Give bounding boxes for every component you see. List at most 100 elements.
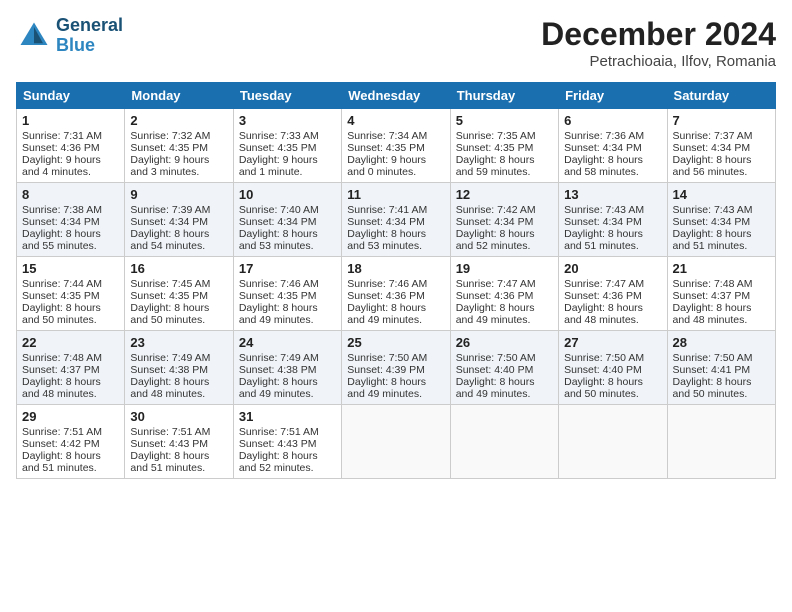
weekday-header-wednesday: Wednesday bbox=[342, 83, 450, 109]
sunrise-label: Sunrise: 7:50 AM bbox=[456, 352, 536, 364]
sunrise-label: Sunrise: 7:41 AM bbox=[347, 204, 427, 216]
weekday-header-saturday: Saturday bbox=[667, 83, 775, 109]
calendar-cell: 3 Sunrise: 7:33 AM Sunset: 4:35 PM Dayli… bbox=[233, 109, 341, 183]
sunset-label: Sunset: 4:36 PM bbox=[347, 290, 425, 302]
calendar-cell: 10 Sunrise: 7:40 AM Sunset: 4:34 PM Dayl… bbox=[233, 183, 341, 257]
day-number: 31 bbox=[239, 409, 336, 424]
calendar-cell: 14 Sunrise: 7:43 AM Sunset: 4:34 PM Dayl… bbox=[667, 183, 775, 257]
logo: General Blue bbox=[16, 16, 123, 56]
weekday-header-friday: Friday bbox=[559, 83, 667, 109]
daylight-label: Daylight: 8 hours and 49 minutes. bbox=[456, 376, 535, 400]
weekday-header-monday: Monday bbox=[125, 83, 233, 109]
day-number: 26 bbox=[456, 335, 553, 350]
sunset-label: Sunset: 4:34 PM bbox=[239, 216, 317, 228]
sunrise-label: Sunrise: 7:51 AM bbox=[130, 426, 210, 438]
day-number: 6 bbox=[564, 113, 661, 128]
sunset-label: Sunset: 4:42 PM bbox=[22, 438, 100, 450]
day-number: 5 bbox=[456, 113, 553, 128]
calendar-cell: 18 Sunrise: 7:46 AM Sunset: 4:36 PM Dayl… bbox=[342, 257, 450, 331]
sunrise-label: Sunrise: 7:47 AM bbox=[564, 278, 644, 290]
daylight-label: Daylight: 8 hours and 48 minutes. bbox=[564, 302, 643, 326]
sunrise-label: Sunrise: 7:48 AM bbox=[22, 352, 102, 364]
calendar-cell: 17 Sunrise: 7:46 AM Sunset: 4:35 PM Dayl… bbox=[233, 257, 341, 331]
day-number: 2 bbox=[130, 113, 227, 128]
daylight-label: Daylight: 8 hours and 49 minutes. bbox=[347, 376, 426, 400]
calendar-cell: 12 Sunrise: 7:42 AM Sunset: 4:34 PM Dayl… bbox=[450, 183, 558, 257]
daylight-label: Daylight: 9 hours and 1 minute. bbox=[239, 154, 318, 178]
sunset-label: Sunset: 4:36 PM bbox=[564, 290, 642, 302]
calendar-cell: 19 Sunrise: 7:47 AM Sunset: 4:36 PM Dayl… bbox=[450, 257, 558, 331]
daylight-label: Daylight: 9 hours and 3 minutes. bbox=[130, 154, 209, 178]
calendar-cell bbox=[450, 405, 558, 479]
daylight-label: Daylight: 8 hours and 53 minutes. bbox=[347, 228, 426, 252]
daylight-label: Daylight: 8 hours and 48 minutes. bbox=[673, 302, 752, 326]
sunrise-label: Sunrise: 7:45 AM bbox=[130, 278, 210, 290]
sunset-label: Sunset: 4:35 PM bbox=[239, 290, 317, 302]
daylight-label: Daylight: 8 hours and 51 minutes. bbox=[130, 450, 209, 474]
weekday-header-sunday: Sunday bbox=[17, 83, 125, 109]
sunrise-label: Sunrise: 7:42 AM bbox=[456, 204, 536, 216]
sunrise-label: Sunrise: 7:46 AM bbox=[239, 278, 319, 290]
calendar-cell: 29 Sunrise: 7:51 AM Sunset: 4:42 PM Dayl… bbox=[17, 405, 125, 479]
sunset-label: Sunset: 4:35 PM bbox=[130, 142, 208, 154]
sunset-label: Sunset: 4:43 PM bbox=[130, 438, 208, 450]
daylight-label: Daylight: 8 hours and 49 minutes. bbox=[239, 302, 318, 326]
calendar-cell: 1 Sunrise: 7:31 AM Sunset: 4:36 PM Dayli… bbox=[17, 109, 125, 183]
sunset-label: Sunset: 4:36 PM bbox=[456, 290, 534, 302]
sunrise-label: Sunrise: 7:39 AM bbox=[130, 204, 210, 216]
calendar-cell: 25 Sunrise: 7:50 AM Sunset: 4:39 PM Dayl… bbox=[342, 331, 450, 405]
day-number: 28 bbox=[673, 335, 770, 350]
daylight-label: Daylight: 8 hours and 50 minutes. bbox=[22, 302, 101, 326]
sunrise-label: Sunrise: 7:47 AM bbox=[456, 278, 536, 290]
calendar-cell: 30 Sunrise: 7:51 AM Sunset: 4:43 PM Dayl… bbox=[125, 405, 233, 479]
weekday-header-thursday: Thursday bbox=[450, 83, 558, 109]
sunset-label: Sunset: 4:34 PM bbox=[130, 216, 208, 228]
sunrise-label: Sunrise: 7:46 AM bbox=[347, 278, 427, 290]
sunset-label: Sunset: 4:43 PM bbox=[239, 438, 317, 450]
daylight-label: Daylight: 8 hours and 50 minutes. bbox=[673, 376, 752, 400]
calendar-cell: 23 Sunrise: 7:49 AM Sunset: 4:38 PM Dayl… bbox=[125, 331, 233, 405]
sunrise-label: Sunrise: 7:33 AM bbox=[239, 130, 319, 142]
daylight-label: Daylight: 8 hours and 55 minutes. bbox=[22, 228, 101, 252]
day-number: 16 bbox=[130, 261, 227, 276]
day-number: 4 bbox=[347, 113, 444, 128]
day-number: 1 bbox=[22, 113, 119, 128]
sunrise-label: Sunrise: 7:43 AM bbox=[564, 204, 644, 216]
calendar-cell: 22 Sunrise: 7:48 AM Sunset: 4:37 PM Dayl… bbox=[17, 331, 125, 405]
sunset-label: Sunset: 4:34 PM bbox=[673, 216, 751, 228]
sunrise-label: Sunrise: 7:48 AM bbox=[673, 278, 753, 290]
sunrise-label: Sunrise: 7:38 AM bbox=[22, 204, 102, 216]
sunrise-label: Sunrise: 7:43 AM bbox=[673, 204, 753, 216]
sunrise-label: Sunrise: 7:44 AM bbox=[22, 278, 102, 290]
calendar-cell: 9 Sunrise: 7:39 AM Sunset: 4:34 PM Dayli… bbox=[125, 183, 233, 257]
calendar-cell: 2 Sunrise: 7:32 AM Sunset: 4:35 PM Dayli… bbox=[125, 109, 233, 183]
sunset-label: Sunset: 4:38 PM bbox=[130, 364, 208, 376]
calendar-cell: 26 Sunrise: 7:50 AM Sunset: 4:40 PM Dayl… bbox=[450, 331, 558, 405]
logo-text: General Blue bbox=[56, 16, 123, 56]
page-header: General Blue December 2024 Petrachioaia,… bbox=[16, 16, 776, 70]
calendar-cell: 8 Sunrise: 7:38 AM Sunset: 4:34 PM Dayli… bbox=[17, 183, 125, 257]
day-number: 19 bbox=[456, 261, 553, 276]
weekday-header-tuesday: Tuesday bbox=[233, 83, 341, 109]
day-number: 15 bbox=[22, 261, 119, 276]
sunset-label: Sunset: 4:34 PM bbox=[22, 216, 100, 228]
daylight-label: Daylight: 8 hours and 50 minutes. bbox=[564, 376, 643, 400]
calendar-table: SundayMondayTuesdayWednesdayThursdayFrid… bbox=[16, 82, 776, 479]
daylight-label: Daylight: 8 hours and 51 minutes. bbox=[673, 228, 752, 252]
sunrise-label: Sunrise: 7:50 AM bbox=[347, 352, 427, 364]
daylight-label: Daylight: 8 hours and 53 minutes. bbox=[239, 228, 318, 252]
daylight-label: Daylight: 8 hours and 51 minutes. bbox=[22, 450, 101, 474]
day-number: 10 bbox=[239, 187, 336, 202]
logo-icon bbox=[16, 18, 52, 54]
calendar-cell: 13 Sunrise: 7:43 AM Sunset: 4:34 PM Dayl… bbox=[559, 183, 667, 257]
sunrise-label: Sunrise: 7:51 AM bbox=[239, 426, 319, 438]
sunset-label: Sunset: 4:39 PM bbox=[347, 364, 425, 376]
day-number: 13 bbox=[564, 187, 661, 202]
daylight-label: Daylight: 9 hours and 0 minutes. bbox=[347, 154, 426, 178]
sunset-label: Sunset: 4:37 PM bbox=[22, 364, 100, 376]
day-number: 27 bbox=[564, 335, 661, 350]
page-subtitle: Petrachioaia, Ilfov, Romania bbox=[541, 53, 776, 70]
calendar-cell: 16 Sunrise: 7:45 AM Sunset: 4:35 PM Dayl… bbox=[125, 257, 233, 331]
daylight-label: Daylight: 8 hours and 49 minutes. bbox=[239, 376, 318, 400]
sunset-label: Sunset: 4:37 PM bbox=[673, 290, 751, 302]
